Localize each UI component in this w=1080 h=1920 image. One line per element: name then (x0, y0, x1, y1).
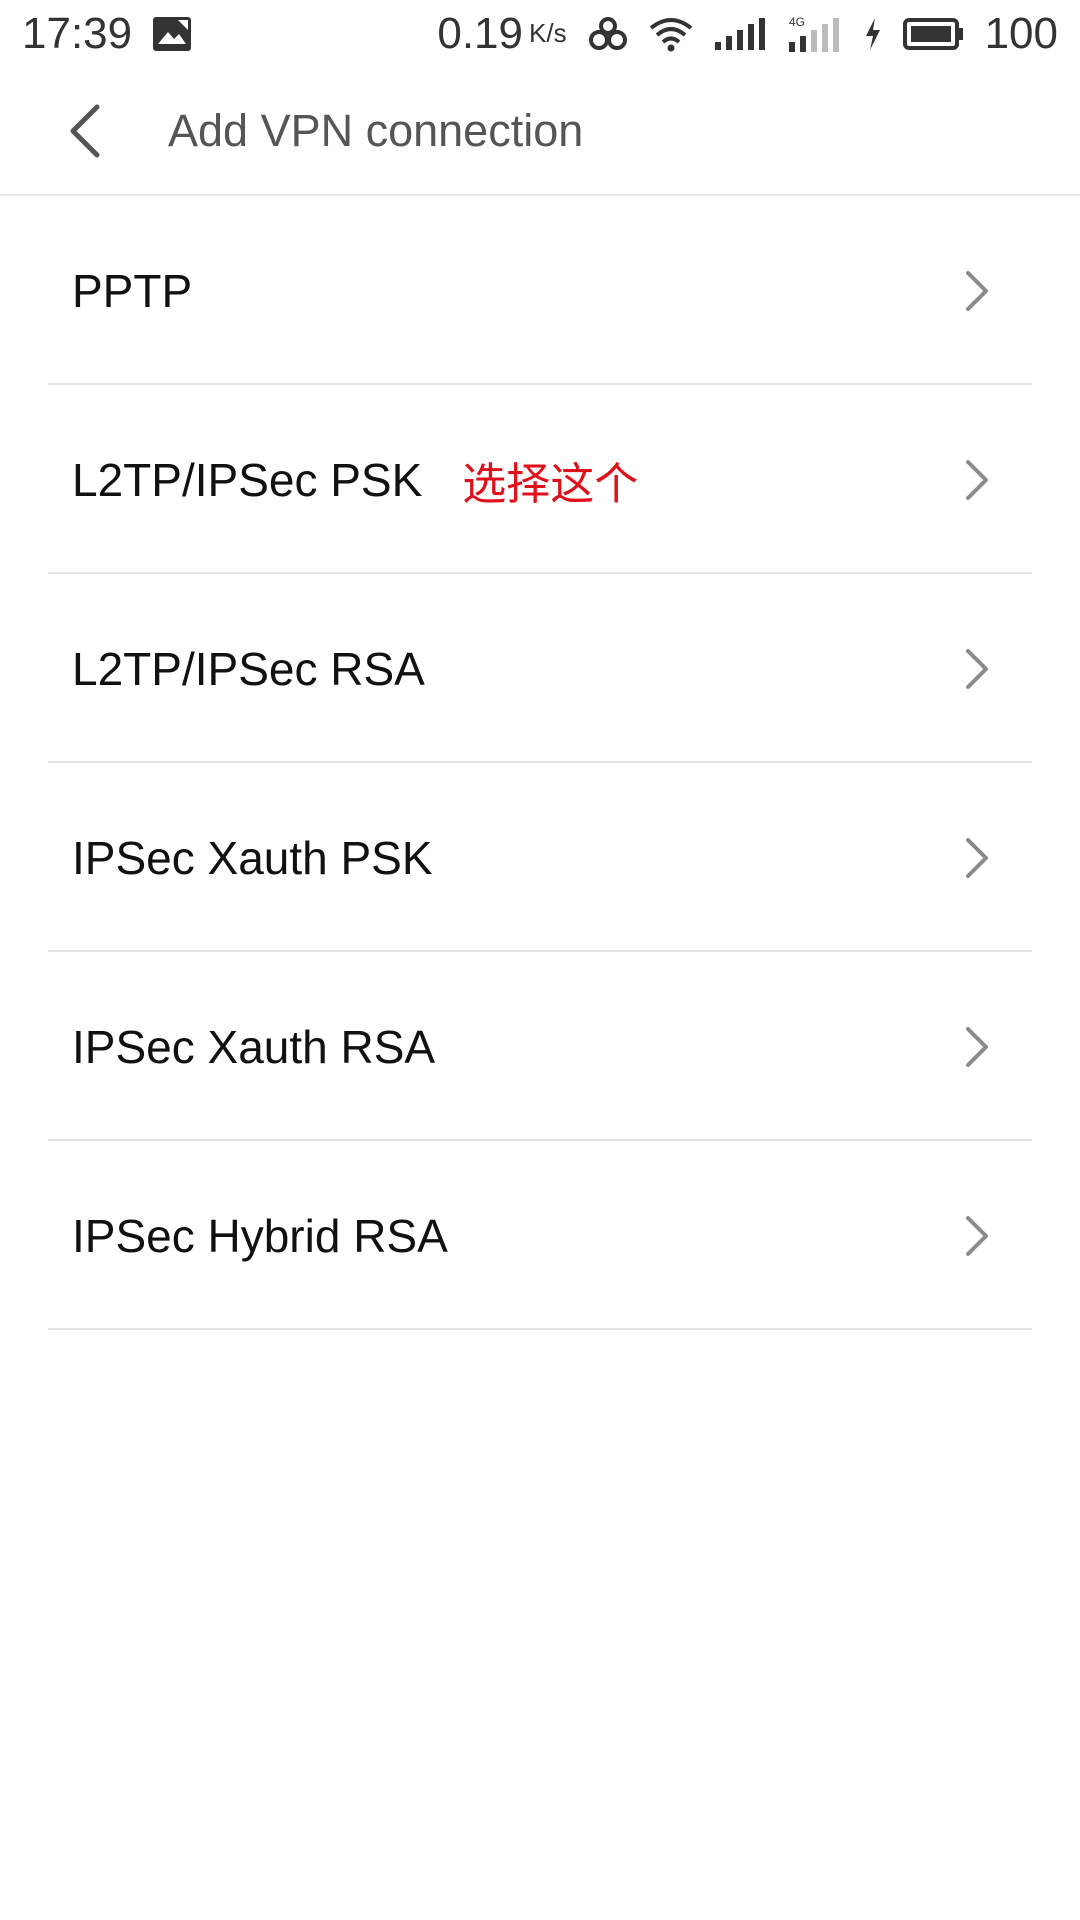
vpn-type-ipsec-xauth-psk[interactable]: IPSec Xauth PSK (0, 763, 1080, 952)
handwritten-annotation: 选择这个 (462, 458, 639, 510)
battery-icon (902, 17, 965, 51)
chevron-right-icon (962, 458, 992, 502)
signal-4g-icon: 4G (787, 14, 843, 54)
list-item-label: PPTP (72, 264, 193, 317)
list-item-label: L2TP/IPSec PSK (72, 453, 423, 506)
list-item-label: L2TP/IPSec RSA (72, 642, 425, 695)
chevron-right-icon (962, 836, 992, 880)
chevron-right-icon (962, 269, 992, 313)
net-speed: 0.19 K/s (437, 9, 566, 59)
svg-text:4G: 4G (789, 15, 805, 29)
status-bar: 17:39 0.19 K/s 4G 100 (0, 0, 1080, 68)
vpn-type-list: PPTP L2TP/IPSec PSK 选择这个 L2TP/IPSec RSA … (0, 196, 1080, 1330)
wifi-icon (649, 16, 693, 52)
vpn-type-pptp[interactable]: PPTP (0, 196, 1080, 385)
page-title: Add VPN connection (168, 105, 584, 156)
chevron-left-icon (70, 104, 100, 158)
image-notification-icon (152, 16, 192, 52)
vpn-type-l2tp-ipsec-psk[interactable]: L2TP/IPSec PSK 选择这个 (0, 385, 1080, 574)
status-time: 17:39 (22, 9, 133, 58)
signal-icon (713, 16, 767, 52)
vpn-type-ipsec-xauth-rsa[interactable]: IPSec Xauth RSA (0, 952, 1080, 1141)
chevron-right-icon (962, 1025, 992, 1069)
chevron-right-icon (962, 647, 992, 691)
charging-icon (863, 16, 883, 52)
net-speed-value: 0.19 (437, 9, 523, 58)
chevron-right-icon (962, 1214, 992, 1258)
vpn-type-ipsec-hybrid-rsa[interactable]: IPSec Hybrid RSA (0, 1141, 1080, 1330)
status-bar-right: 0.19 K/s 4G 100 (437, 9, 1058, 59)
net-speed-unit: K/s (529, 18, 567, 48)
list-item-label: IPSec Xauth RSA (72, 1020, 436, 1073)
app-header: Add VPN connection (0, 68, 1080, 196)
vpn-type-l2tp-ipsec-rsa[interactable]: L2TP/IPSec RSA (0, 574, 1080, 763)
status-bar-left: 17:39 (22, 9, 192, 59)
list-item-label: IPSec Xauth PSK (72, 831, 433, 884)
back-button[interactable] (40, 86, 130, 176)
battery-level: 100 (984, 9, 1058, 58)
list-item-label: IPSec Hybrid RSA (72, 1209, 448, 1262)
link-icon (587, 16, 629, 52)
